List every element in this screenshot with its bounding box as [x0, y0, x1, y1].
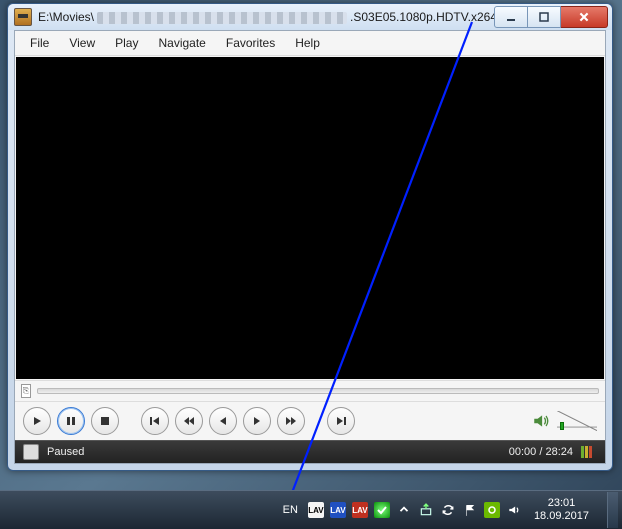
system-tray: EN LAV LAV LAV [273, 497, 601, 523]
title-path-prefix: E:\Movies\ [38, 10, 94, 24]
mute-button[interactable] [531, 411, 551, 431]
menu-view[interactable]: View [60, 34, 104, 52]
chapter-marker-icon[interactable]: ⎘ [21, 384, 31, 398]
skip-back-button[interactable] [141, 407, 169, 435]
play-button[interactable] [23, 407, 51, 435]
playback-time-label: 00:00 / 28:24 [509, 446, 573, 458]
menu-help[interactable]: Help [286, 34, 329, 52]
step-forward-button[interactable] [243, 407, 271, 435]
playback-controls [15, 401, 605, 440]
step-back-button[interactable] [209, 407, 237, 435]
maximize-button[interactable] [528, 6, 561, 28]
video-area[interactable] [16, 57, 604, 379]
menu-bar: File View Play Navigate Favorites Help [15, 31, 605, 56]
rewind-button[interactable] [175, 407, 203, 435]
skip-forward-button[interactable] [327, 407, 355, 435]
stop-button[interactable] [91, 407, 119, 435]
minimize-button[interactable] [494, 6, 528, 28]
titlebar[interactable]: E:\Movies\ .S03E05.1080p.HDTV.x264.mkv [8, 4, 612, 30]
app-icon [14, 8, 32, 26]
playback-state-label: Paused [47, 446, 84, 458]
media-player-window: E:\Movies\ .S03E05.1080p.HDTV.x264.mkv Fi… [7, 3, 613, 471]
pause-button[interactable] [57, 407, 85, 435]
window-title: E:\Movies\ .S03E05.1080p.HDTV.x264.mkv [38, 10, 494, 24]
fast-forward-button[interactable] [277, 407, 305, 435]
security-tray-icon[interactable] [374, 502, 390, 518]
nvidia-tray-icon[interactable] [484, 502, 500, 518]
menu-favorites[interactable]: Favorites [217, 34, 284, 52]
seek-bar-row: ⎘ [15, 380, 605, 401]
sync-tray-icon[interactable] [440, 502, 456, 518]
close-button[interactable] [561, 6, 608, 28]
title-redacted-segment [97, 12, 347, 24]
show-desktop-button[interactable] [607, 492, 618, 528]
volume-tray-icon[interactable] [506, 502, 522, 518]
player-status-bar: Paused 00:00 / 28:24 [15, 440, 605, 463]
clock-time: 23:01 [548, 497, 576, 510]
taskbar-clock[interactable]: 23:01 18.09.2017 [528, 497, 595, 523]
title-file-suffix: .S03E05.1080p.HDTV.x264.mkv [350, 10, 494, 24]
safely-remove-tray-icon[interactable] [418, 502, 434, 518]
lav-audio-tray-icon[interactable]: LAV [352, 502, 368, 518]
tray-overflow-icon[interactable] [396, 502, 412, 518]
client-area: File View Play Navigate Favorites Help ⎘ [14, 30, 606, 464]
menu-navigate[interactable]: Navigate [149, 34, 214, 52]
window-buttons [494, 6, 608, 28]
taskbar: EN LAV LAV LAV [0, 490, 622, 529]
clock-date: 18.09.2017 [534, 510, 589, 523]
status-file-icon [23, 444, 39, 460]
lav-splitter-tray-icon[interactable]: LAV [308, 502, 324, 518]
lav-video-tray-icon[interactable]: LAV [330, 502, 346, 518]
filters-indicator-icon[interactable] [581, 446, 597, 458]
menu-play[interactable]: Play [106, 34, 147, 52]
language-indicator[interactable]: EN [279, 502, 302, 518]
menu-file[interactable]: File [21, 34, 58, 52]
action-center-flag-icon[interactable] [462, 502, 478, 518]
volume-slider[interactable] [557, 411, 597, 431]
seek-bar[interactable] [37, 388, 599, 394]
